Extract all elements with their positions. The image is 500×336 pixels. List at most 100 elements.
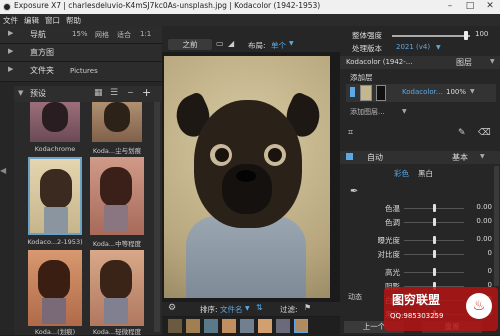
chevron-down-icon: ▼	[18, 89, 24, 97]
gear-icon[interactable]: ⚙	[168, 303, 176, 313]
view-toolbar: 之前 ▭ ◢ 布局: 单个 ▼	[162, 26, 340, 52]
chevron-right-icon: ▶	[8, 65, 14, 73]
preset-label: Koda...尘与划痕	[92, 147, 142, 155]
crop-icon[interactable]: ⌗	[348, 128, 353, 138]
slider-knob[interactable]	[433, 218, 436, 226]
chevron-down-icon: ▼	[289, 40, 294, 47]
preset-thumb-selected[interactable]	[28, 157, 82, 235]
collapse-left-handle[interactable]: ◀	[0, 166, 6, 196]
add-layer-row: 添加层	[350, 73, 373, 82]
before-button[interactable]: 之前	[168, 39, 212, 50]
flame-icon: ♨	[466, 293, 492, 319]
maximize-button[interactable]: □	[460, 0, 480, 14]
slider-label: 高光	[385, 268, 400, 277]
folder-name: Pictures	[70, 67, 98, 75]
slider-value[interactable]: 0	[488, 249, 492, 257]
slider-row: 色温 0.00	[340, 202, 500, 214]
flag-icon[interactable]: ⚑	[304, 303, 311, 312]
preset-scrollbar[interactable]	[154, 102, 160, 332]
folders-row[interactable]: ▶ 文件夹 Pictures	[0, 62, 162, 82]
process-version-row: 处理版本 2021 (v4) ▼	[352, 43, 441, 53]
zoom-value[interactable]: 15%	[72, 30, 88, 38]
slider-value[interactable]: 0	[488, 267, 492, 275]
film-thumb[interactable]	[240, 319, 254, 333]
eraser-icon[interactable]: ⌫	[478, 128, 491, 138]
compare-icon[interactable]: ◢	[228, 39, 234, 48]
layer-thumb	[360, 85, 372, 101]
auto-button[interactable]: 自动	[367, 152, 383, 163]
add-mask-row: 添加图层... ▼	[340, 106, 500, 118]
slider-knob[interactable]	[464, 31, 468, 40]
chevron-down-icon: ▼	[245, 305, 250, 312]
slider-value[interactable]: 0.00	[476, 235, 492, 243]
add-mask-dropdown[interactable]: 添加图层...	[350, 107, 385, 117]
sort-dropdown[interactable]: 文件名	[220, 304, 243, 315]
histogram-row[interactable]: ▶ 直方图	[0, 44, 162, 62]
slider-value[interactable]: 0.00	[476, 217, 492, 225]
right-scrollbar[interactable]	[494, 166, 499, 286]
presets-header[interactable]: ▼ 预设 ▦ ☰ − +	[14, 86, 162, 102]
remove-preset-icon[interactable]: −	[127, 88, 134, 97]
layer-item[interactable]: Kodacolor... 100% ▼	[346, 84, 496, 102]
slider-knob[interactable]	[433, 236, 436, 244]
slider-label: 色调	[385, 218, 400, 227]
main-photo[interactable]	[164, 56, 330, 298]
chevron-down-icon: ▼	[480, 153, 485, 160]
ratio-toggle[interactable]: 1:1	[140, 30, 151, 38]
chevron-down-icon: ▼	[490, 58, 495, 65]
split-view-icon[interactable]: ▭	[216, 39, 224, 48]
layout-dropdown[interactable]: 单个	[271, 40, 286, 51]
menu-bar: 文件 编辑 窗口 帮助	[0, 14, 500, 26]
preset-thumb[interactable]	[28, 250, 82, 326]
brush-icon[interactable]: ✎	[458, 128, 466, 138]
layers-header[interactable]: Kodacolor (1942-... 图层 ▼	[340, 56, 500, 69]
list-view-icon[interactable]: ☰	[110, 88, 118, 98]
menu-edit[interactable]: 编辑	[24, 15, 39, 26]
menu-file[interactable]: 文件	[3, 15, 18, 26]
slider-row: 色调 0.00	[340, 216, 500, 228]
watermark: 图穷联盟 QQ:985303259 ♨	[384, 287, 498, 331]
preset-label: Kodachrome	[34, 145, 76, 153]
add-preset-icon[interactable]: +	[142, 86, 151, 99]
film-thumb[interactable]	[204, 319, 218, 333]
menu-help[interactable]: 帮助	[66, 15, 81, 26]
overall-strength-slider[interactable]	[392, 35, 470, 37]
film-thumb-selected[interactable]	[294, 319, 308, 333]
film-thumb[interactable]	[276, 319, 290, 333]
panel-toggle-icon[interactable]	[346, 153, 353, 160]
preset-label: Koda...中等程度	[92, 240, 142, 248]
menu-window[interactable]: 窗口	[45, 15, 60, 26]
color-mode-tab[interactable]: 彩色	[394, 168, 409, 179]
slider-knob[interactable]	[433, 250, 436, 258]
slider-value[interactable]: 0.00	[476, 203, 492, 211]
dynamic-label: 动态	[348, 293, 362, 301]
film-thumb[interactable]	[168, 319, 182, 333]
preset-thumb[interactable]	[90, 250, 144, 326]
grid-view-icon[interactable]: ▦	[94, 88, 103, 98]
fit-toggle[interactable]: 适合	[117, 30, 131, 40]
preset-thumb[interactable]	[90, 157, 144, 235]
film-thumb[interactable]	[258, 319, 272, 333]
preset-thumb[interactable]	[92, 102, 142, 142]
film-thumb[interactable]	[186, 319, 200, 333]
minimize-button[interactable]: –	[440, 0, 460, 14]
center-panel: 之前 ▭ ◢ 布局: 单个 ▼ ⚙ 排序: 文件名 ▼ ⇅ 过滤: ⚑	[162, 26, 340, 335]
film-thumb[interactable]	[222, 319, 236, 333]
preset-label: Kodaco...2-1953)	[27, 238, 83, 246]
chevron-down-icon: ▼	[436, 44, 441, 51]
chevron-right-icon: ▶	[8, 47, 14, 55]
sort-order-icon[interactable]: ⇅	[256, 303, 263, 312]
grid-toggle[interactable]: 网格	[95, 30, 109, 40]
basic-header[interactable]: 自动 基本 ▼	[340, 151, 500, 164]
slider-knob[interactable]	[433, 268, 436, 276]
navigator-row[interactable]: ▶ 导航 15% 网格 适合 1:1	[0, 26, 162, 44]
close-button[interactable]: ✕	[480, 0, 500, 14]
slider-knob[interactable]	[433, 204, 436, 212]
chevron-down-icon: ▼	[402, 108, 407, 115]
bw-mode-tab[interactable]: 黑白	[418, 168, 433, 179]
eyedropper-icon[interactable]: ✒	[350, 186, 358, 197]
preset-thumb[interactable]	[30, 102, 80, 142]
layer-visibility-icon[interactable]	[350, 87, 355, 97]
slider-label: 色温	[385, 204, 400, 213]
process-version-dropdown[interactable]: 2021 (v4)	[396, 43, 430, 51]
